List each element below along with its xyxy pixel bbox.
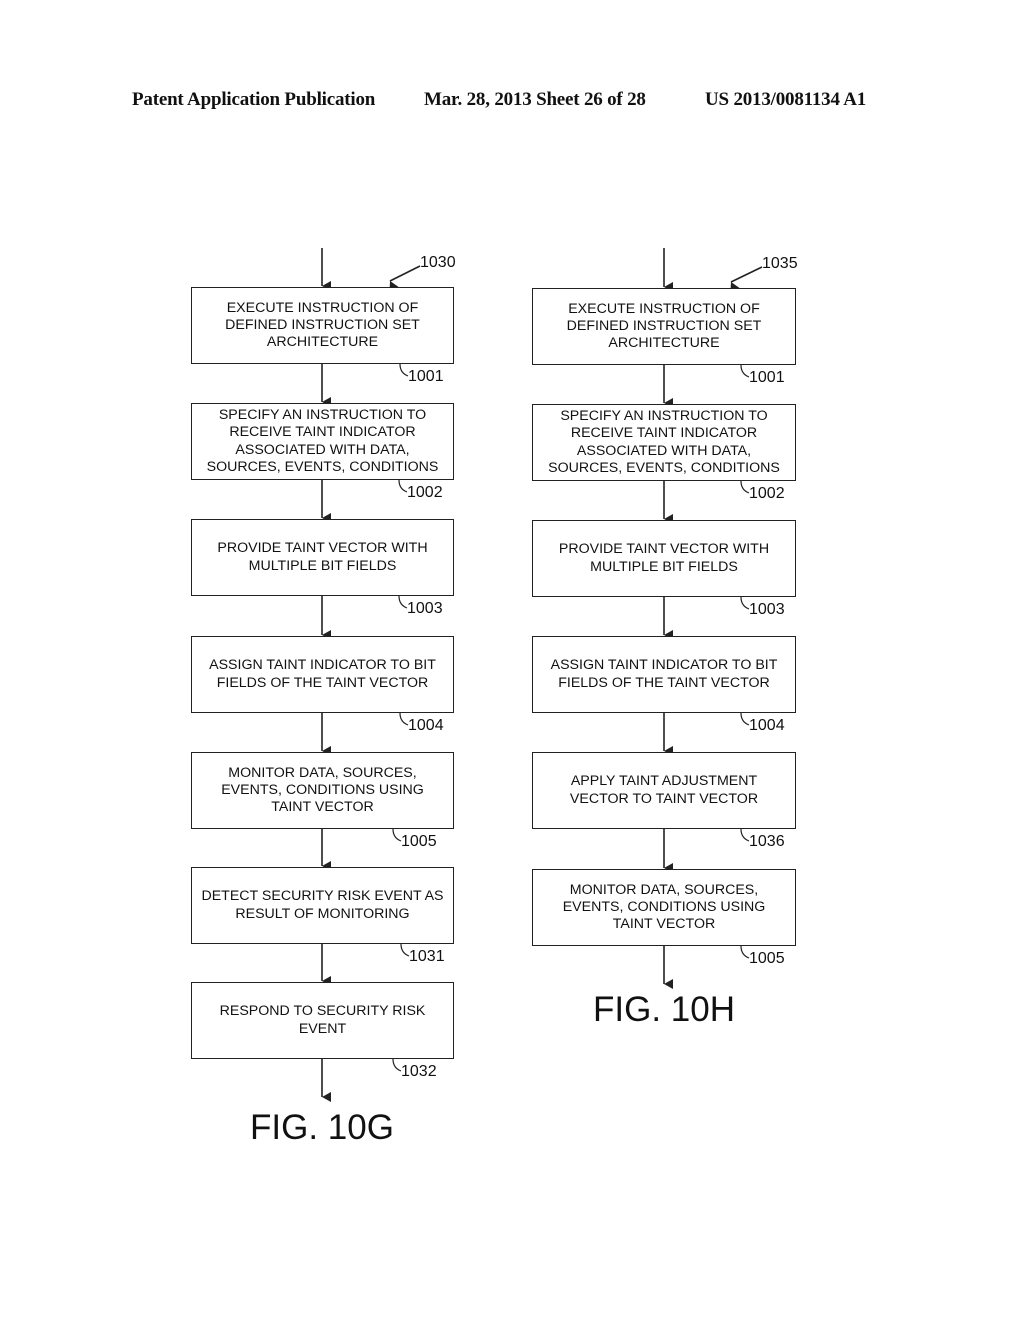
leader-line [740, 364, 750, 378]
step-text: DETECT SECURITY RISK EVENT AS RESULT OF … [201, 888, 444, 922]
leader-line [740, 945, 750, 959]
fig-10g-ref: 1030 [420, 254, 456, 271]
leader-line [400, 943, 410, 957]
step-text: APPLY TAINT ADJUSTMENT VECTOR TO TAINT V… [569, 773, 759, 807]
step-ref-label: 1004 [408, 717, 444, 734]
date-sheet: Mar. 28, 2013 Sheet 26 of 28 [424, 89, 646, 110]
step-text: MONITOR DATA, SOURCES, EVENTS, CONDITION… [221, 764, 424, 816]
step-box-specify-instruction: SPECIFY AN INSTRUCTION TO RECEIVE TAINT … [532, 404, 796, 481]
step-ref-label: 1032 [401, 1063, 437, 1080]
step-text: SPECIFY AN INSTRUCTION TO RECEIVE TAINT … [206, 406, 439, 475]
step-box-provide-taint-vector: PROVIDE TAINT VECTOR WITH MULTIPLE BIT F… [532, 520, 796, 597]
step-ref-label: 1005 [401, 833, 437, 850]
step-box-monitor-data: MONITOR DATA, SOURCES, EVENTS, CONDITION… [191, 752, 454, 829]
step-box-execute-instruction: EXECUTE INSTRUCTION OF DEFINED INSTRUCTI… [532, 288, 796, 365]
leader-line [740, 596, 750, 610]
step-box-execute-instruction: EXECUTE INSTRUCTION OF DEFINED INSTRUCTI… [191, 287, 454, 364]
step-text: EXECUTE INSTRUCTION OF DEFINED INSTRUCTI… [225, 299, 420, 351]
figure-label-10g: FIG. 10G [250, 1108, 394, 1147]
leader-line [392, 828, 402, 842]
step-text: EXECUTE INSTRUCTION OF DEFINED INSTRUCTI… [566, 300, 762, 352]
publication-title: Patent Application Publication [132, 89, 376, 110]
patent-number: US 2013/0081134 A1 [705, 89, 867, 110]
step-box-apply-adjustment-vector: APPLY TAINT ADJUSTMENT VECTOR TO TAINT V… [532, 752, 796, 829]
step-ref-label: 1001 [408, 368, 444, 385]
leader-line [399, 712, 409, 726]
step-ref-label: 1004 [749, 717, 785, 734]
leader-line [399, 363, 409, 377]
leader-line [740, 712, 750, 726]
step-ref-label: 1031 [409, 948, 445, 965]
step-text: SPECIFY AN INSTRUCTION TO RECEIVE TAINT … [548, 407, 780, 476]
step-box-assign-taint-indicator: ASSIGN TAINT INDICATOR TO BIT FIELDS OF … [191, 636, 454, 713]
step-text: RESPOND TO SECURITY RISK EVENT [219, 1003, 426, 1037]
figure-ref-pointer [389, 265, 421, 292]
leader-line [740, 828, 750, 842]
leader-line [392, 1058, 402, 1072]
step-box-assign-taint-indicator: ASSIGN TAINT INDICATOR TO BIT FIELDS OF … [532, 636, 796, 713]
step-text: ASSIGN TAINT INDICATOR TO BIT FIELDS OF … [209, 657, 436, 691]
step-ref-label: 1001 [749, 369, 785, 386]
step-text: ASSIGN TAINT INDICATOR TO BIT FIELDS OF … [550, 657, 778, 691]
figure-label-10h: FIG. 10H [593, 990, 735, 1029]
step-box-respond-security-risk: RESPOND TO SECURITY RISK EVENT [191, 982, 454, 1059]
step-box-monitor-data: MONITOR DATA, SOURCES, EVENTS, CONDITION… [532, 869, 796, 946]
step-ref-label: 1003 [749, 601, 785, 618]
step-ref-label: 1003 [407, 600, 443, 617]
step-ref-label: 1002 [749, 485, 785, 502]
step-text: PROVIDE TAINT VECTOR WITH MULTIPLE BIT F… [217, 540, 428, 574]
fig-10h-ref: 1035 [762, 255, 798, 272]
step-box-provide-taint-vector: PROVIDE TAINT VECTOR WITH MULTIPLE BIT F… [191, 519, 454, 596]
leader-line [740, 480, 750, 494]
step-box-specify-instruction: SPECIFY AN INSTRUCTION TO RECEIVE TAINT … [191, 403, 454, 480]
leader-line [398, 479, 408, 493]
leader-line [398, 595, 408, 609]
step-box-detect-security-risk: DETECT SECURITY RISK EVENT AS RESULT OF … [191, 867, 454, 944]
step-ref-label: 1002 [407, 484, 443, 501]
step-ref-label: 1036 [749, 833, 785, 850]
step-text: MONITOR DATA, SOURCES, EVENTS, CONDITION… [562, 881, 766, 933]
figure-ref-pointer [730, 266, 763, 293]
step-ref-label: 1005 [749, 950, 785, 967]
flow-connectors [321, 248, 763, 1102]
step-text: PROVIDE TAINT VECTOR WITH MULTIPLE BIT F… [558, 541, 770, 575]
